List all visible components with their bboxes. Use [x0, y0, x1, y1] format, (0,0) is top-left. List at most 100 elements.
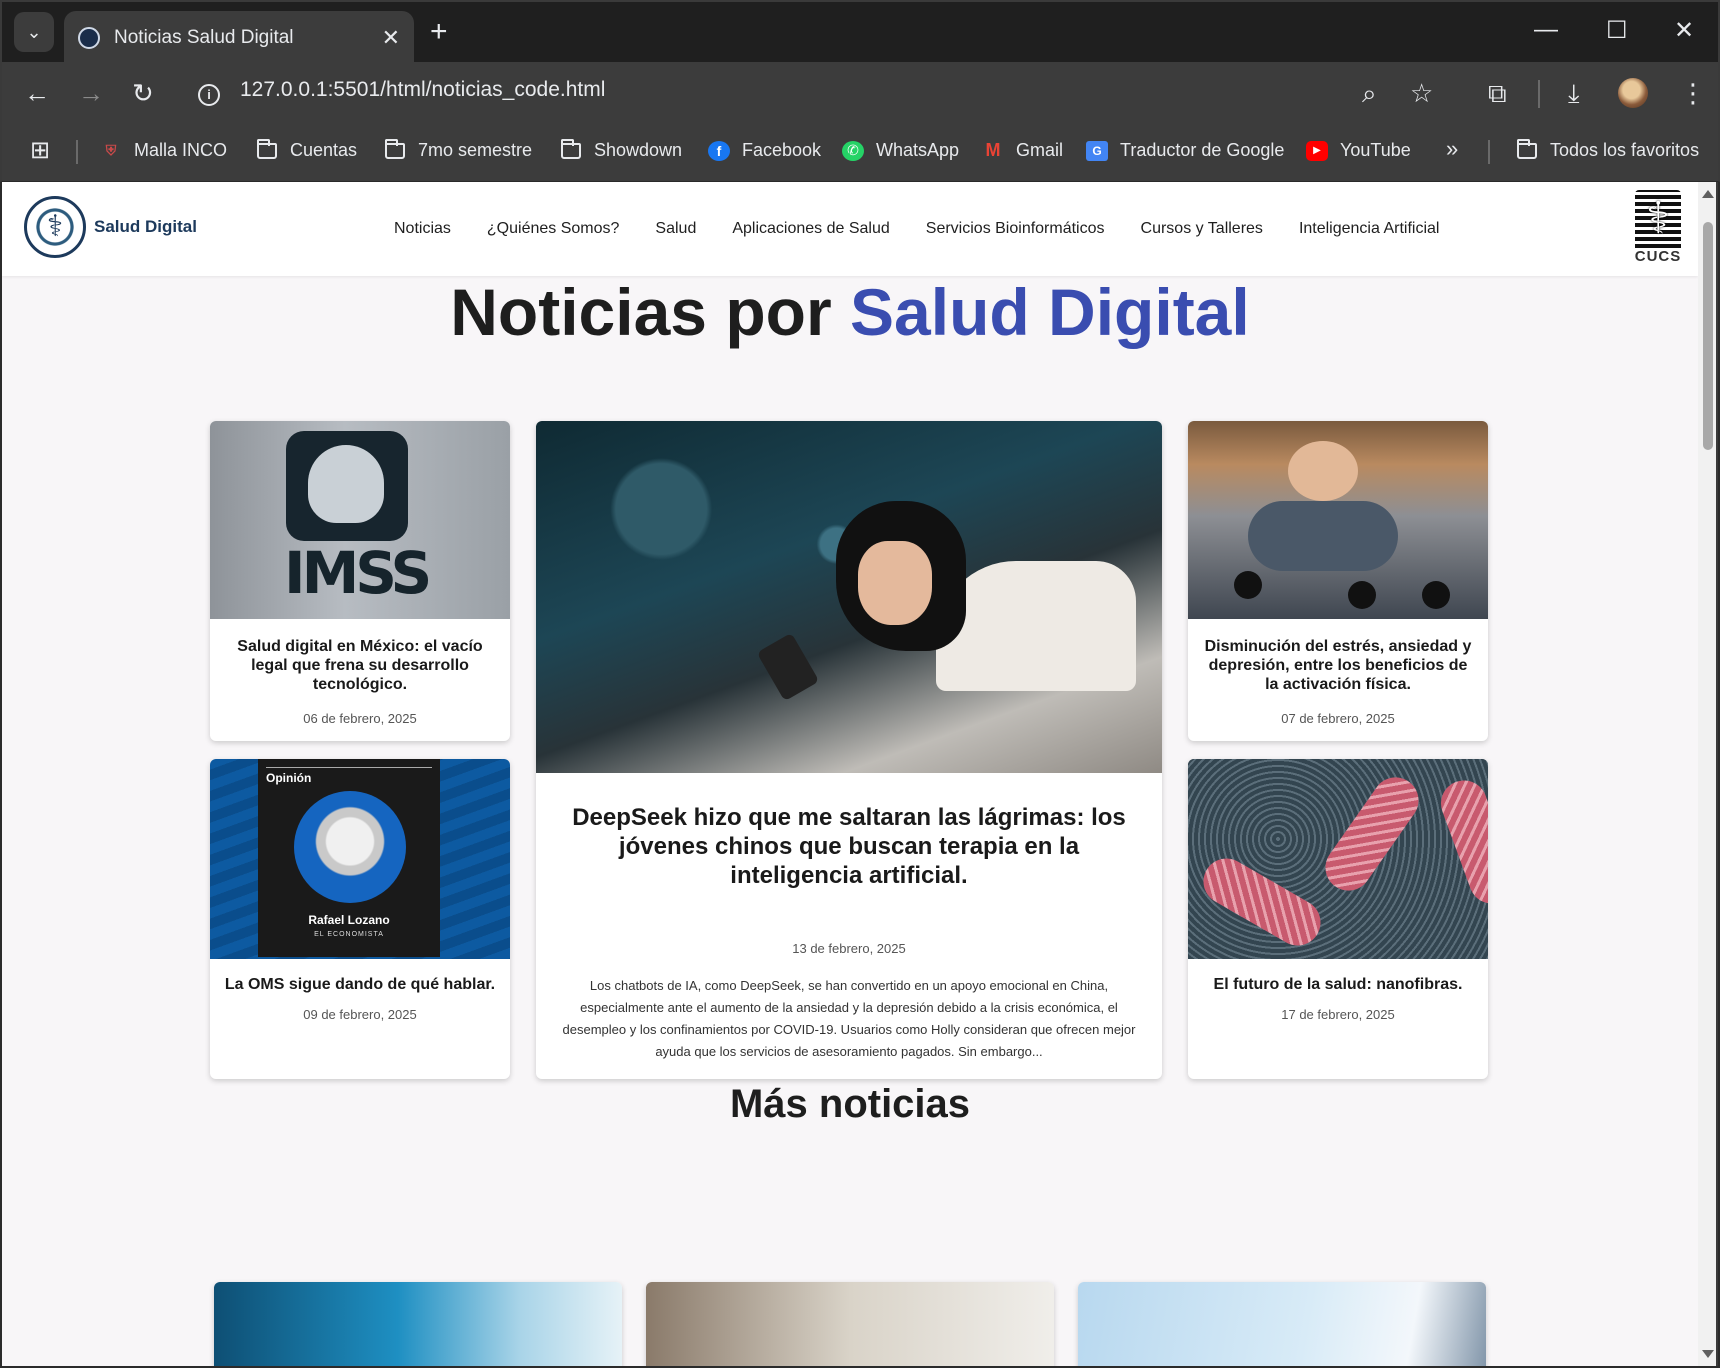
folder-icon: [1516, 138, 1538, 161]
bookmark-showdown[interactable]: Showdown: [560, 138, 682, 161]
browser-tab[interactable]: Noticias Salud Digital ✕: [64, 11, 414, 65]
featured-news-card[interactable]: DeepSeek hizo que me saltaran las lágrim…: [536, 421, 1162, 1079]
news-date: 07 de febrero, 2025: [1281, 711, 1395, 726]
imss-image-text: IMSS: [284, 539, 432, 607]
more-news-card[interactable]: [646, 1282, 1054, 1366]
folder-icon: [256, 138, 278, 161]
nav-aplicaciones-de-salud[interactable]: Aplicaciones de Salud: [732, 220, 889, 238]
woman-illustration: [796, 491, 1136, 691]
gmail-icon: M: [985, 140, 1001, 160]
kettlebell-shape: [1234, 571, 1262, 599]
more-news-title: Más noticias: [729, 1082, 971, 1126]
profile-avatar[interactable]: [1618, 78, 1648, 108]
toolbar-divider: [1538, 80, 1540, 108]
face-shape: [858, 541, 932, 625]
kettlebell-shape: [1348, 581, 1376, 609]
forward-icon[interactable]: →: [78, 76, 104, 110]
all-bookmarks-label: Todos los favoritos: [1550, 140, 1700, 160]
close-window-icon[interactable]: ✕: [1674, 16, 1694, 45]
bookmark-cuentas[interactable]: Cuentas: [256, 138, 357, 161]
kettlebell-shape: [1422, 581, 1450, 609]
news-title: Disminución del estrés, ansiedad y depre…: [1204, 638, 1472, 693]
author-name: Rafael Lozano: [308, 913, 390, 927]
bacteria-shape: [1195, 850, 1329, 954]
address-bar[interactable]: 127.0.0.1:5501/html/noticias_code.html: [240, 78, 605, 102]
page-scrollbar[interactable]: [1698, 182, 1718, 1366]
bookmarks-divider: [76, 140, 78, 164]
main-nav: Noticias ¿Quiénes Somos? Salud Aplicacio…: [394, 220, 1475, 238]
site-info-icon[interactable]: i: [198, 84, 220, 106]
back-icon[interactable]: ←: [24, 76, 50, 110]
more-bookmarks-icon[interactable]: »: [1446, 136, 1458, 162]
bookmark-facebook[interactable]: f Facebook: [708, 140, 821, 161]
news-card[interactable]: El futuro de la salud: nanofibras. 17 de…: [1188, 759, 1488, 1079]
news-image: [1188, 759, 1488, 959]
bookmark-youtube[interactable]: ▶ YouTube: [1306, 140, 1411, 161]
imss-logo-icon: [286, 431, 408, 541]
news-card[interactable]: Opinión Rafael Lozano EL ECONOMISTA La O…: [210, 759, 510, 1079]
author-portrait: [294, 791, 406, 903]
more-news-card[interactable]: [1078, 1282, 1486, 1366]
bookmark-label: Facebook: [742, 140, 822, 160]
news-title: Salud digital en México: el vacío legal …: [237, 638, 483, 693]
nav-salud[interactable]: Salud: [655, 220, 696, 238]
featured-news-title: DeepSeek hizo que me saltaran las lágrim…: [572, 804, 1126, 889]
browser-tab-bar: ⌄ Noticias Salud Digital ✕ + — ☐ ✕: [0, 0, 1720, 65]
page-title-main: Noticias por: [450, 275, 851, 349]
nav-noticias[interactable]: Noticias: [394, 220, 451, 238]
google-translate-icon: G: [1086, 140, 1108, 161]
cucs-logo[interactable]: CUCS: [1632, 190, 1684, 268]
news-card[interactable]: IMSS Salud digital en México: el vacío l…: [210, 421, 510, 741]
divider: [266, 767, 432, 768]
download-icon[interactable]: ⤓: [1568, 76, 1580, 110]
nav-quienes-somos[interactable]: ¿Quiénes Somos?: [487, 220, 620, 238]
close-tab-icon[interactable]: ✕: [382, 25, 400, 51]
reload-icon[interactable]: ↻: [132, 76, 154, 110]
site-logo[interactable]: Salud Digital: [24, 196, 197, 258]
featured-news-description: Los chatbots de IA, como DeepSeek, se ha…: [562, 978, 1136, 1059]
cucs-emblem-icon: [1635, 190, 1681, 248]
athlete-shape: [1248, 501, 1398, 571]
nav-cursos-y-talleres[interactable]: Cursos y Talleres: [1141, 220, 1263, 238]
bookmark-whatsapp[interactable]: ✆ WhatsApp: [842, 140, 959, 161]
scroll-thumb[interactable]: [1703, 222, 1713, 450]
news-date: 17 de febrero, 2025: [1281, 1007, 1395, 1022]
page-viewport: Salud Digital Noticias ¿Quiénes Somos? S…: [2, 182, 1698, 1366]
athlete-shape: [1288, 441, 1358, 501]
scroll-down-icon[interactable]: [1702, 1350, 1714, 1358]
more-news-image: [646, 1282, 1054, 1366]
more-news-image: [1078, 1282, 1486, 1366]
apps-grid-icon[interactable]: ⊞: [30, 134, 50, 168]
bacteria-shape: [1316, 768, 1428, 900]
opinion-panel: Opinión Rafael Lozano EL ECONOMISTA: [258, 759, 440, 957]
zoom-icon[interactable]: ⌕: [1362, 76, 1377, 110]
bookmark-7mo-semestre[interactable]: 7mo semestre: [384, 138, 532, 161]
new-tab-icon[interactable]: +: [430, 14, 448, 50]
menu-icon[interactable]: ⋮: [1680, 76, 1706, 110]
shirt-shape: [936, 561, 1136, 691]
news-title: El futuro de la salud: nanofibras.: [1213, 976, 1463, 993]
bookmark-traductor[interactable]: G Traductor de Google: [1086, 140, 1284, 161]
minimize-icon[interactable]: —: [1534, 16, 1558, 44]
chevron-down-icon: ⌄: [26, 21, 42, 42]
nav-inteligencia-artificial[interactable]: Inteligencia Artificial: [1299, 220, 1440, 238]
maximize-icon[interactable]: ☐: [1606, 16, 1628, 45]
caduceus-seal-icon: [24, 196, 86, 258]
site-icon: ⛨: [105, 142, 117, 158]
bookmark-malla-inco[interactable]: ⛨ Malla INCO: [100, 140, 227, 161]
more-news-card[interactable]: [214, 1282, 622, 1366]
page-title-accent: Salud Digital: [850, 275, 1250, 349]
bookmark-star-icon[interactable]: ☆: [1410, 76, 1433, 110]
news-date: 09 de febrero, 2025: [303, 1007, 417, 1022]
cucs-label: CUCS: [1634, 248, 1682, 265]
scroll-up-icon[interactable]: [1702, 190, 1714, 198]
bookmark-label: WhatsApp: [876, 140, 960, 160]
tab-search-button[interactable]: ⌄: [14, 12, 54, 52]
extensions-icon[interactable]: ⧉: [1488, 76, 1507, 110]
nav-servicios-bioinformaticos[interactable]: Servicios Bioinformáticos: [926, 220, 1105, 238]
all-bookmarks[interactable]: Todos los favoritos: [1516, 138, 1700, 161]
bookmark-gmail[interactable]: M Gmail: [982, 140, 1064, 161]
news-card[interactable]: Disminución del estrés, ansiedad y depre…: [1188, 421, 1488, 741]
bookmark-label: Traductor de Google: [1120, 140, 1285, 160]
news-image: IMSS: [210, 421, 510, 619]
